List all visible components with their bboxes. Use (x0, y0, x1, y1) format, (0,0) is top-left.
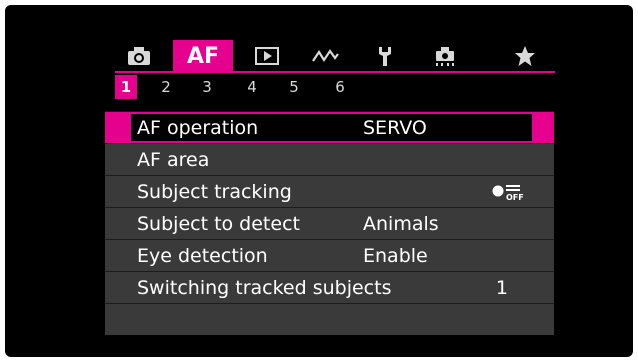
menu-item-subject-tracking[interactable]: Subject tracking OFF (105, 175, 554, 207)
tracking-off-icon: OFF (492, 185, 524, 201)
menu-item-value: 1 (495, 277, 508, 299)
tab-my-menu[interactable] (501, 40, 549, 72)
menu-item-value: SERVO (363, 117, 427, 139)
page-6[interactable]: 6 (329, 75, 351, 99)
menu-item-label: Subject to detect (137, 213, 300, 235)
off-text: OFF (506, 193, 524, 201)
page-3[interactable]: 3 (196, 75, 218, 99)
page-indicator: 1 2 3 4 5 6 (115, 75, 375, 99)
star-icon (515, 46, 535, 66)
menu-item-label: Switching tracked subjects (137, 277, 392, 299)
menu-item-value: Enable (363, 245, 428, 267)
camera-icon (128, 47, 150, 65)
menu-item-label: Subject tracking (137, 181, 292, 203)
tab-af-label: AF (186, 43, 220, 69)
menu-item-af-area[interactable]: AF area (105, 143, 554, 175)
tab-camera[interactable] (115, 40, 163, 72)
menu-item-label: Eye detection (137, 245, 268, 267)
menu-item-eye-detection[interactable]: Eye detection Enable (105, 239, 554, 271)
menu-item-switching-tracked-subjects[interactable]: Switching tracked subjects 1 (105, 271, 554, 303)
custom-functions-icon (436, 47, 454, 66)
menu-item-empty (105, 303, 554, 335)
play-icon (255, 47, 279, 65)
tab-wireless[interactable] (301, 40, 349, 72)
wireless-icon (312, 49, 339, 63)
menu-item-af-operation[interactable]: AF operation SERVO (105, 111, 554, 143)
menu-item-subject-to-detect[interactable]: Subject to detect Animals (105, 207, 554, 239)
wrench-icon (379, 47, 391, 66)
camera-menu-screen: AF 1 2 3 4 5 6 AF operation SERVO AF are… (5, 5, 633, 357)
page-2[interactable]: 2 (155, 75, 177, 99)
page-5[interactable]: 5 (283, 75, 305, 99)
page-1[interactable]: 1 (115, 75, 137, 99)
tab-underline (115, 71, 555, 73)
page-4[interactable]: 4 (241, 75, 263, 99)
menu-tabs: AF (115, 40, 555, 72)
tab-playback[interactable] (243, 40, 291, 72)
menu-item-label: AF operation (137, 117, 259, 139)
menu-item-value: Animals (363, 213, 439, 235)
menu-item-label: AF area (137, 149, 210, 171)
tab-custom[interactable] (421, 40, 469, 72)
tab-af[interactable]: AF (173, 40, 233, 72)
tab-setup[interactable] (361, 40, 409, 72)
af-menu-list: AF operation SERVO AF area Subject track… (105, 111, 554, 335)
